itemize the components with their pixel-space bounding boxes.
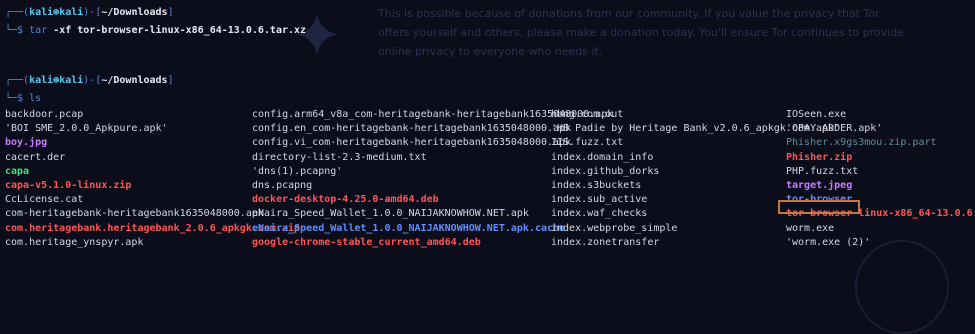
command-line: └─$ tar -xf tor-browser-linux-x86_64-13.… [5,25,307,36]
command-line: └─$ ls [5,93,42,104]
prompt-user: kali⊛kali [29,75,84,86]
ls-entry-arch: Phisher.zip [786,151,853,163]
background-decoration [855,240,949,334]
prompt-path: ~/Downloads [101,75,168,86]
command-args: -xf tor-browser-linux-x86_64-13.0.6.tar.… [53,25,307,36]
background-text-line: online privacy to everyone who needs it. [378,45,603,58]
prompt-path: ~/Downloads [101,7,168,18]
ls-entry-file: 'OPAY ADDER.apk' [786,123,883,135]
ls-entry-file: IOSeen.exe [786,109,847,120]
ls-entry-file: 'worm.exe (2)' [786,236,871,248]
ls-entry-part: Phisher.x9gs3mou.zip.part [786,137,937,149]
command-name: ls [29,93,42,104]
background-text-line: offers yourself and others, please make … [378,26,904,39]
ls-entry-img: target.jpeg [786,179,853,191]
background-text-line: This is possible because of donations fr… [378,7,880,20]
prompt-user: kali⊛kali [29,7,84,18]
ls-entry-file: worm.exe [786,222,835,234]
prompt-line: ┌──(kali⊛kali)-[~/Downloads] [5,75,174,86]
command-name: tar [29,25,48,36]
background-webpage-text: This is possible because of donations fr… [378,4,904,61]
ls-column-4: IOSeen.exe 'OPAY ADDER.apk' Phisher.x9gs3m… [786,108,975,250]
ls-entry-file: PHP.fuzz.txt [786,165,859,177]
prompt-line: ┌──(kali⊛kali)-[~/Downloads] [5,7,174,18]
highlight-box [778,200,860,214]
